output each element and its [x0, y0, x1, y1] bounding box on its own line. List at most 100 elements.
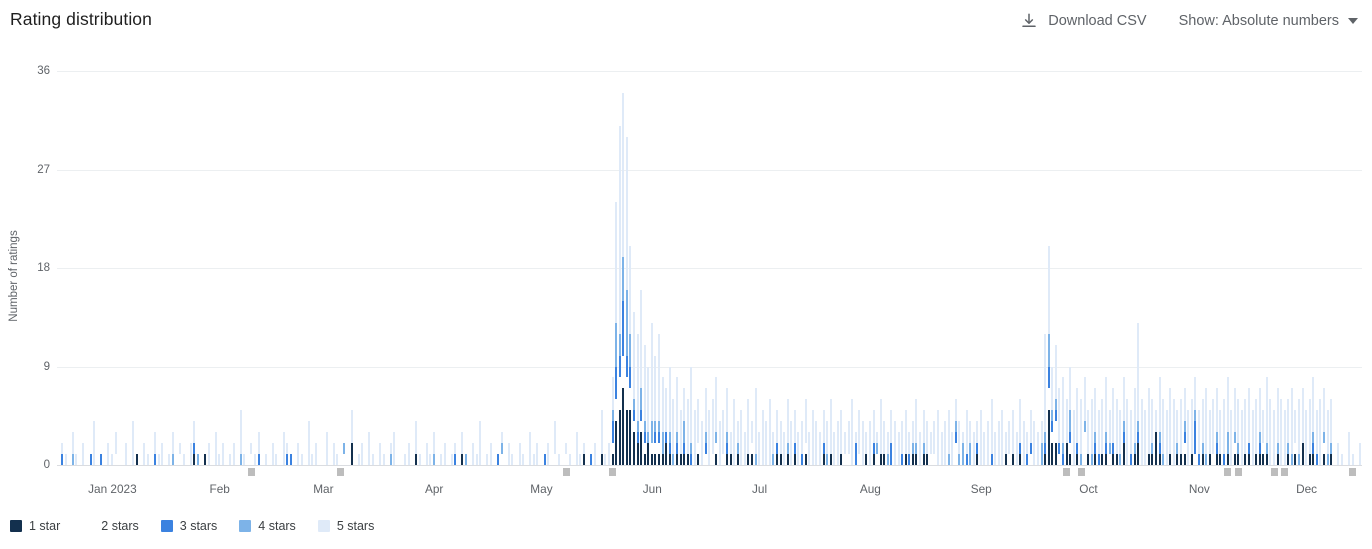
bar-day-279[interactable]: [1054, 344, 1057, 465]
bar-day-358[interactable]: [1337, 443, 1340, 465]
bar-day-172[interactable]: [672, 399, 675, 465]
bar-day-262[interactable]: [994, 432, 997, 465]
bar-day-165[interactable]: [647, 366, 650, 465]
bar-day-263[interactable]: [997, 421, 1000, 465]
bar-day-199[interactable]: [768, 399, 771, 465]
bar-day-120[interactable]: [486, 454, 489, 465]
bar-day-171[interactable]: [668, 366, 671, 465]
bar-day-93[interactable]: [389, 443, 392, 465]
bar-day-160[interactable]: [629, 246, 632, 465]
bar-day-221[interactable]: [847, 421, 850, 465]
bar-day-228[interactable]: [872, 410, 875, 465]
bar-day-60[interactable]: [271, 443, 274, 465]
bar-day-153[interactable]: [604, 454, 607, 465]
annotation-marker-day-142[interactable]: [562, 468, 570, 476]
bar-day-68[interactable]: [300, 454, 303, 465]
bar-day-314[interactable]: [1180, 399, 1183, 465]
bar-day-311[interactable]: [1169, 388, 1172, 465]
bar-day-162[interactable]: [636, 333, 639, 465]
bar-day-328[interactable]: [1230, 410, 1233, 465]
bar-day-356[interactable]: [1330, 399, 1333, 465]
bar-day-139[interactable]: [554, 421, 557, 465]
bar-day-32[interactable]: [171, 432, 174, 465]
bar-day-342[interactable]: [1280, 399, 1283, 465]
bar-day-223[interactable]: [854, 432, 857, 465]
bar-day-215[interactable]: [826, 421, 829, 465]
bar-day-64[interactable]: [286, 443, 289, 465]
bar-day-296[interactable]: [1115, 399, 1118, 465]
bar-day-152[interactable]: [600, 410, 603, 465]
bar-day-65[interactable]: [289, 454, 292, 465]
bar-day-15[interactable]: [111, 454, 114, 465]
bar-day-237[interactable]: [904, 410, 907, 465]
annotation-marker-day-155[interactable]: [609, 468, 617, 476]
bar-day-117[interactable]: [475, 454, 478, 465]
bar-day-180[interactable]: [700, 421, 703, 465]
bar-day-126[interactable]: [507, 443, 510, 465]
bar-day-359[interactable]: [1340, 454, 1343, 465]
bar-day-140[interactable]: [557, 454, 560, 465]
bar-day-103[interactable]: [425, 443, 428, 465]
bar-day-270[interactable]: [1022, 421, 1025, 465]
bar-day-44[interactable]: [214, 432, 217, 465]
bar-day-271[interactable]: [1026, 432, 1029, 465]
bar-day-259[interactable]: [983, 432, 986, 465]
bar-day-291[interactable]: [1097, 410, 1100, 465]
bar-day-48[interactable]: [229, 454, 232, 465]
bar-day-252[interactable]: [958, 421, 961, 465]
bar-day-302[interactable]: [1137, 322, 1140, 465]
bar-day-56[interactable]: [257, 432, 260, 465]
bar-day-298[interactable]: [1122, 377, 1125, 465]
bar-day-320[interactable]: [1201, 399, 1204, 465]
bar-day-100[interactable]: [414, 421, 417, 465]
bar-day-186[interactable]: [722, 410, 725, 465]
bar-day-204[interactable]: [786, 399, 789, 465]
bar-day-333[interactable]: [1247, 388, 1250, 465]
bar-day-91[interactable]: [382, 454, 385, 465]
bar-day-195[interactable]: [754, 388, 757, 465]
bar-day-205[interactable]: [790, 421, 793, 465]
bar-day-256[interactable]: [972, 432, 975, 465]
bar-day-21[interactable]: [132, 421, 135, 465]
bar-day-90[interactable]: [379, 443, 382, 465]
bar-day-133[interactable]: [532, 454, 535, 465]
bar-day-343[interactable]: [1283, 410, 1286, 465]
bar-day-129[interactable]: [518, 443, 521, 465]
bar-day-297[interactable]: [1119, 410, 1122, 465]
bar-day-216[interactable]: [829, 399, 832, 465]
bar-day-198[interactable]: [765, 421, 768, 465]
bar-day-70[interactable]: [307, 421, 310, 465]
bar-day-324[interactable]: [1215, 388, 1218, 465]
bar-day-178[interactable]: [693, 410, 696, 465]
bar-day-95[interactable]: [397, 454, 399, 465]
bar-day-22[interactable]: [136, 454, 139, 465]
bar-day-130[interactable]: [522, 454, 525, 465]
bar-day-315[interactable]: [1183, 388, 1186, 465]
bar-day-280[interactable]: [1058, 388, 1061, 465]
bar-day-150[interactable]: [593, 443, 596, 465]
bar-day-39[interactable]: [196, 454, 199, 465]
bar-day-72[interactable]: [314, 443, 317, 465]
bar-day-355[interactable]: [1326, 410, 1329, 465]
bar-day-207[interactable]: [797, 432, 800, 465]
bar-day-260[interactable]: [986, 421, 989, 465]
legend-item-1-star[interactable]: 1 star: [10, 519, 60, 533]
bar-day-78[interactable]: [336, 454, 339, 465]
bar-day-304[interactable]: [1144, 410, 1147, 465]
bar-day-287[interactable]: [1083, 377, 1086, 465]
bar-day-124[interactable]: [500, 432, 503, 465]
bar-day-253[interactable]: [961, 432, 964, 465]
bar-day-225[interactable]: [861, 421, 864, 465]
bar-day-220[interactable]: [843, 432, 846, 465]
bar-day-250[interactable]: [951, 432, 954, 465]
bar-day-45[interactable]: [218, 454, 221, 465]
bar-day-309[interactable]: [1162, 399, 1165, 465]
bar-day-300[interactable]: [1130, 410, 1132, 465]
bar-day-94[interactable]: [393, 432, 396, 465]
bar-day-121[interactable]: [490, 443, 493, 465]
bar-day-306[interactable]: [1151, 399, 1154, 465]
bar-day-243[interactable]: [926, 421, 929, 465]
bar-day-284[interactable]: [1072, 410, 1075, 465]
bar-day-229[interactable]: [876, 432, 879, 465]
bar-day-110[interactable]: [450, 454, 453, 465]
